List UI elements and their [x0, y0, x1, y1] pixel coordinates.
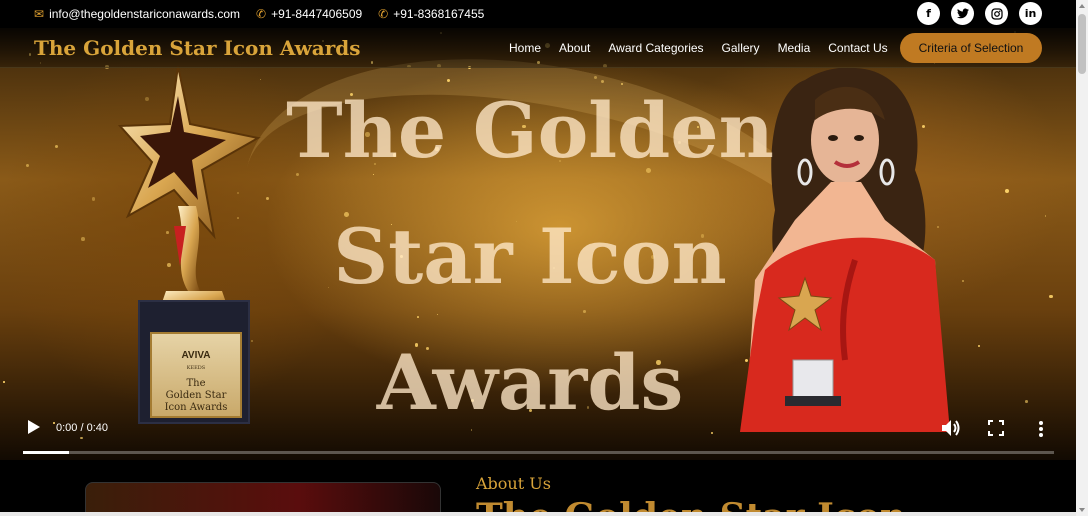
horizontal-scrollbar[interactable] [0, 512, 1076, 516]
sparkle [1049, 294, 1053, 298]
trophy-base: AVIVA KEEDS The Golden Star Icon Awards [138, 300, 250, 424]
volume-icon[interactable] [940, 418, 962, 438]
phone-contact-1[interactable]: ✆ +91-8447406509 [256, 7, 362, 21]
trophy-plaque: AVIVA KEEDS The Golden Star Icon Awards [150, 332, 242, 418]
nav-item-home[interactable]: Home [509, 41, 541, 55]
email-contact[interactable]: ✉ info@thegoldenstariconawards.com [34, 7, 240, 21]
video-progress-bar[interactable] [23, 451, 1054, 454]
sparkle [1025, 400, 1028, 403]
nav-item-media[interactable]: Media [778, 41, 811, 55]
about-image [85, 482, 441, 516]
sparkle [25, 163, 29, 168]
scroll-thumb[interactable] [1078, 14, 1086, 74]
sparkle [1004, 188, 1010, 194]
top-contact-bar: ✉ info@thegoldenstariconawards.com ✆ +91… [0, 0, 1076, 28]
about-label: About Us [476, 474, 551, 493]
nav-item-award-categories[interactable]: Award Categories [608, 41, 703, 55]
scroll-down-icon[interactable] [1079, 508, 1085, 512]
phone-text-2[interactable]: +91-8368167455 [393, 7, 484, 21]
sparkle [91, 197, 96, 201]
facebook-icon[interactable]: f [917, 2, 940, 25]
video-controls: 0:00 / 0:40 [0, 410, 1076, 460]
sparkle [55, 145, 59, 149]
play-icon[interactable] [28, 420, 40, 434]
sparkle [3, 381, 5, 384]
phone-icon: ✆ [256, 7, 267, 21]
fullscreen-icon[interactable] [988, 420, 1004, 436]
sparkle [977, 344, 981, 348]
sparkle [1044, 215, 1047, 217]
sparkle [962, 279, 965, 282]
email-text[interactable]: info@thegoldenstariconawards.com [49, 7, 240, 21]
envelope-icon: ✉ [34, 7, 45, 21]
sparkle [81, 237, 85, 242]
social-links: f in [917, 2, 1042, 25]
nav-item-contact-us[interactable]: Contact Us [828, 41, 887, 55]
phone-contact-2[interactable]: ✆ +91-8368167455 [378, 7, 484, 21]
about-section: About Us The Golden Star Icon [0, 460, 1076, 516]
instagram-icon[interactable] [985, 2, 1008, 25]
plaque-brand-sub: KEEDS [186, 365, 206, 371]
plaque-brand: AVIVA [181, 350, 211, 361]
hero-headline: The Golden Star Icon Awards [250, 68, 810, 446]
linkedin-icon[interactable]: in [1019, 2, 1042, 25]
video-progress-fill [23, 451, 70, 454]
headline-line-2: Star Icon [333, 212, 727, 301]
criteria-of-selection-button[interactable]: Criteria of Selection [900, 33, 1042, 63]
more-options-icon[interactable] [1038, 420, 1044, 438]
twitter-icon[interactable] [951, 2, 974, 25]
scroll-up-icon[interactable] [1079, 4, 1085, 8]
video-time: 0:00 / 0:40 [56, 422, 108, 434]
nav-item-gallery[interactable]: Gallery [722, 41, 760, 55]
phone-text-1[interactable]: +91-8447406509 [271, 7, 362, 21]
headline-line-1: The Golden [286, 86, 774, 175]
nav-item-about[interactable]: About [559, 41, 590, 55]
vertical-scrollbar[interactable] [1076, 0, 1088, 516]
phone-icon: ✆ [378, 7, 389, 21]
main-navbar: The Golden Star Icon Awards Home About A… [0, 28, 1076, 68]
plaque-line-1: The [186, 378, 206, 389]
site-logo[interactable]: The Golden Star Icon Awards [34, 36, 361, 60]
nav-menu: Home About Award Categories Gallery Medi… [509, 41, 888, 55]
plaque-line-2: Golden Star [165, 390, 227, 401]
